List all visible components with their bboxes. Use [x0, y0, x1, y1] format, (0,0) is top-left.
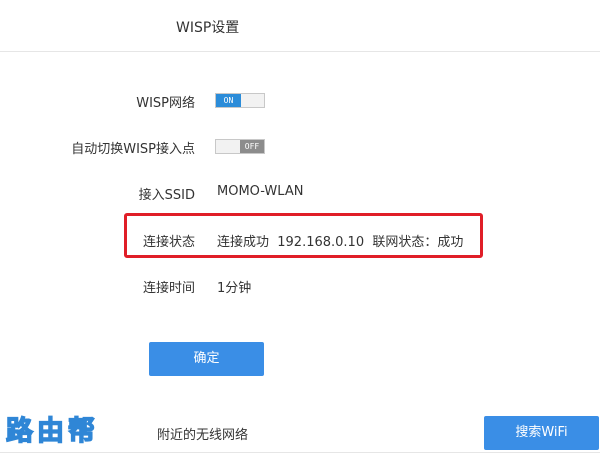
ssid-label: 接入SSID	[138, 188, 195, 203]
connection-status-label: 连接状态	[142, 235, 195, 250]
wisp-network-toggle[interactable]: ON	[215, 93, 265, 108]
connection-time-label: 连接时间	[142, 281, 195, 296]
confirm-button[interactable]: 确定	[149, 342, 264, 376]
search-wifi-button[interactable]: 搜索WiFi	[484, 416, 599, 450]
connection-status-value: 连接成功 192.168.0.10 联网状态：成功	[217, 235, 464, 250]
wisp-network-toggle-state: ON	[216, 94, 241, 107]
auto-switch-toggle-state: OFF	[240, 140, 264, 153]
auto-switch-label: 自动切换WISP接入点	[71, 142, 195, 157]
wisp-network-label: WISP网络	[136, 96, 195, 111]
title-divider	[0, 51, 600, 52]
ssid-value: MOMO-WLAN	[217, 184, 304, 199]
bottom-divider	[0, 452, 600, 453]
watermark-logo: 路由帮	[5, 415, 99, 447]
connection-time-value: 1分钟	[217, 281, 252, 296]
auto-switch-toggle[interactable]: OFF	[215, 139, 265, 154]
nearby-networks-label: 附近的无线网络	[157, 428, 249, 443]
page-title: WISP设置	[176, 20, 240, 36]
